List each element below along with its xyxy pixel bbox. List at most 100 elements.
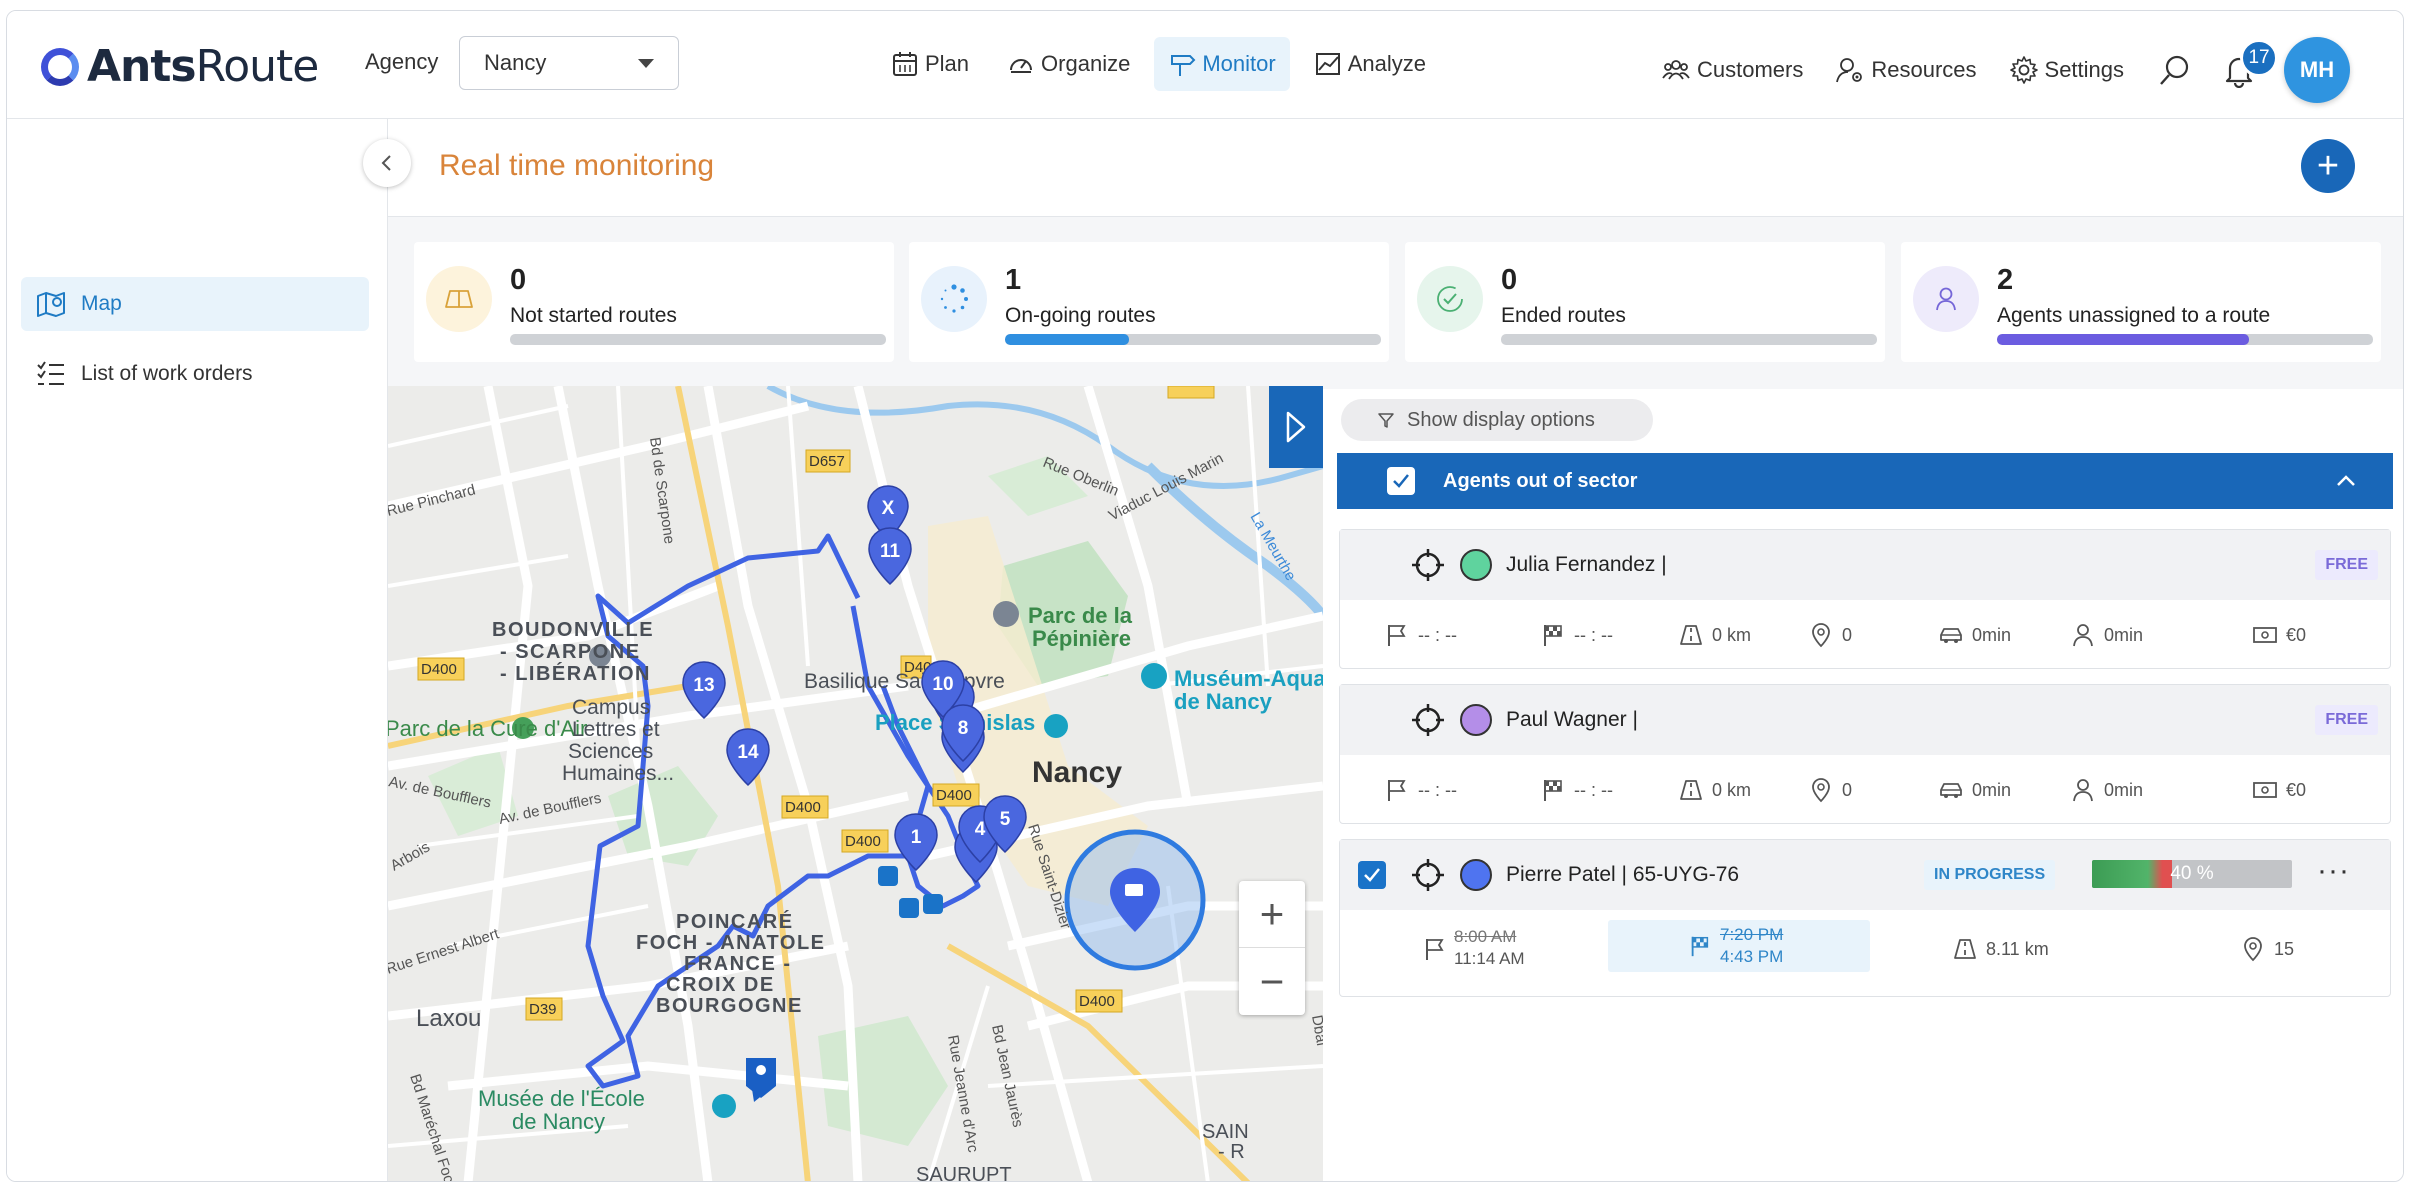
map-label: Parc de la Cure d'Air: [388, 716, 587, 741]
agent-distance: 8.11 km: [1952, 936, 2049, 962]
search-button[interactable]: [2148, 43, 2202, 97]
route-marker[interactable]: 14: [726, 728, 770, 787]
map-label: Campus: [572, 696, 650, 719]
add-button[interactable]: +: [2301, 139, 2355, 193]
nav-organize[interactable]: Organize: [993, 37, 1144, 91]
logo-mark-icon: [41, 47, 79, 86]
locate-target-icon[interactable]: [1410, 857, 1446, 893]
right-nav: Customers Resources Settings 17 MH: [1647, 37, 2351, 103]
agent-stats-row: -- : -- -- : -- 0 km 0 0min 0min €0: [1340, 755, 2390, 823]
map-label: FRANCE -: [684, 953, 792, 975]
sidebar-item-work-orders[interactable]: List of work orders: [21, 347, 369, 401]
map-icon: [37, 292, 65, 317]
road-badge: D400: [785, 799, 821, 816]
stat-value: 0: [510, 264, 527, 296]
stat-card-ended[interactable]: 0 Ended routes: [1405, 242, 1885, 362]
agent-work-time: 0min: [2070, 622, 2143, 648]
road-badge: D400: [421, 661, 457, 678]
notification-count-badge: 17: [2240, 39, 2279, 77]
nav-monitor[interactable]: Monitor: [1154, 37, 1290, 91]
agent-stats-row: -- : -- -- : -- 0 km 0 0min 0min €0: [1340, 600, 2390, 668]
actual-start-time: 11:14 AM: [1454, 949, 1525, 968]
stat-card-not-started[interactable]: 0 Not started routes: [414, 242, 894, 362]
stat-label: On-going routes: [1005, 304, 1156, 327]
sector-checkbox[interactable]: [1387, 467, 1415, 495]
locate-target-icon[interactable]: [1410, 702, 1446, 738]
planned-end-time: 7:20 PM: [1720, 925, 1784, 944]
show-display-options-button[interactable]: Show display options: [1341, 399, 1653, 441]
filter-icon: [1378, 413, 1394, 428]
agent-start-times: 8:00 AM 11:14 AM: [1454, 926, 1525, 970]
map-label: POINCARÉ: [676, 910, 794, 933]
stat-progress-fill: [1997, 334, 2249, 345]
antsroute-logo[interactable]: AntsRoute: [41, 41, 319, 92]
person-icon: [2073, 779, 2093, 802]
locate-target-icon[interactable]: [1410, 547, 1446, 583]
nav-monitor-label: Monitor: [1202, 51, 1276, 76]
agent-end-time: -- : --: [1540, 777, 1613, 803]
notifications-button[interactable]: 17: [2212, 39, 2279, 97]
nav-resources[interactable]: Resources: [1821, 43, 1990, 97]
route-progress-bar: 40 %: [2092, 860, 2292, 888]
nav-plan[interactable]: Plan: [877, 37, 983, 91]
map-label: - R: [1218, 1141, 1245, 1163]
nav-customers[interactable]: Customers: [1647, 43, 1817, 97]
gauge-icon: [1010, 59, 1033, 73]
agent-status-badge: FREE: [2315, 550, 2378, 580]
map-label: Dbai: [1308, 1014, 1323, 1047]
nav-customers-label: Customers: [1697, 57, 1804, 82]
route-marker[interactable]: 1: [894, 813, 938, 872]
stat-value: 1: [1005, 264, 1022, 296]
map-label: Bd Jean Jaurès: [988, 1023, 1026, 1128]
agent-status-badge: FREE: [2315, 705, 2378, 735]
checkmark-icon: [1364, 868, 1380, 882]
chevron-down-icon: [638, 58, 654, 68]
collapse-sidebar-button[interactable]: [363, 139, 411, 187]
checkered-flag-icon: [1544, 625, 1562, 646]
banknote-icon: [2253, 627, 2277, 643]
agent-card[interactable]: Julia Fernandez | FREE -- : -- -- : -- 0…: [1339, 529, 2391, 669]
pin-icon: [1812, 623, 1830, 648]
agent-card[interactable]: Pierre Patel | 65-UYG-76 IN PROGRESS 40 …: [1339, 839, 2391, 997]
agent-card[interactable]: Paul Wagner | FREE -- : -- -- : -- 0 km …: [1339, 684, 2391, 824]
agency-select[interactable]: Nancy: [459, 36, 679, 90]
zoom-out-button[interactable]: −: [1239, 948, 1305, 1015]
map-label: BOURGOGNE: [656, 995, 803, 1017]
sector-title: Agents out of sector: [1443, 469, 1638, 492]
road-icon: [1954, 939, 1976, 959]
agent-end-time: -- : --: [1540, 622, 1613, 648]
nav-settings[interactable]: Settings: [1995, 43, 2139, 97]
map-label: Rue Pinchard: [388, 481, 477, 519]
road-badge: D400: [845, 833, 881, 850]
more-options-icon[interactable]: ···: [2317, 854, 2350, 888]
map-label: Arbois: [388, 838, 433, 874]
agent-checkbox[interactable]: [1358, 861, 1386, 889]
agents-out-of-sector-header[interactable]: Agents out of sector: [1337, 453, 2393, 509]
map-label: CROIX DE: [666, 974, 775, 996]
map-label: Parc de la: [1028, 603, 1133, 628]
chart-icon: [1315, 53, 1340, 75]
toggle-panel-button[interactable]: [1269, 386, 1323, 468]
agent-card-header: Julia Fernandez | FREE: [1340, 530, 2390, 600]
svg-text:5: 5: [1000, 809, 1011, 830]
car-icon: [1940, 783, 1962, 798]
stat-card-ongoing[interactable]: 1 On-going routes: [909, 242, 1389, 362]
sidebar-item-map[interactable]: Map: [21, 277, 369, 331]
show-display-options-label: Show display options: [1407, 408, 1595, 431]
stat-progress-fill: [1005, 334, 1130, 345]
user-avatar[interactable]: MH: [2284, 37, 2351, 103]
svg-text:10: 10: [932, 674, 953, 695]
calendar-icon: [893, 52, 917, 76]
map-label: Humaines...: [562, 762, 674, 785]
map-label: Basilique Saint-Epvre: [804, 670, 1005, 693]
stat-card-unassigned[interactable]: 2 Agents unassigned to a route: [1901, 242, 2381, 362]
zoom-in-button[interactable]: +: [1239, 881, 1305, 948]
agent-start-flag: [1422, 936, 1448, 962]
nav-analyze[interactable]: Analyze: [1300, 37, 1440, 91]
top-header: AntsRoute Agency Nancy Plan Organize Mon…: [7, 11, 2403, 119]
depot-marker[interactable]: [746, 1058, 776, 1102]
route-map[interactable]: D657 D400 D400 D400 D400 D400 D39 D400 B…: [388, 386, 1323, 1181]
map-label: Muséum-Aqua: [1174, 666, 1323, 691]
agent-end-time-box: 7:20 PM 4:43 PM: [1608, 920, 1870, 972]
chevron-up-icon[interactable]: [2335, 474, 2357, 488]
